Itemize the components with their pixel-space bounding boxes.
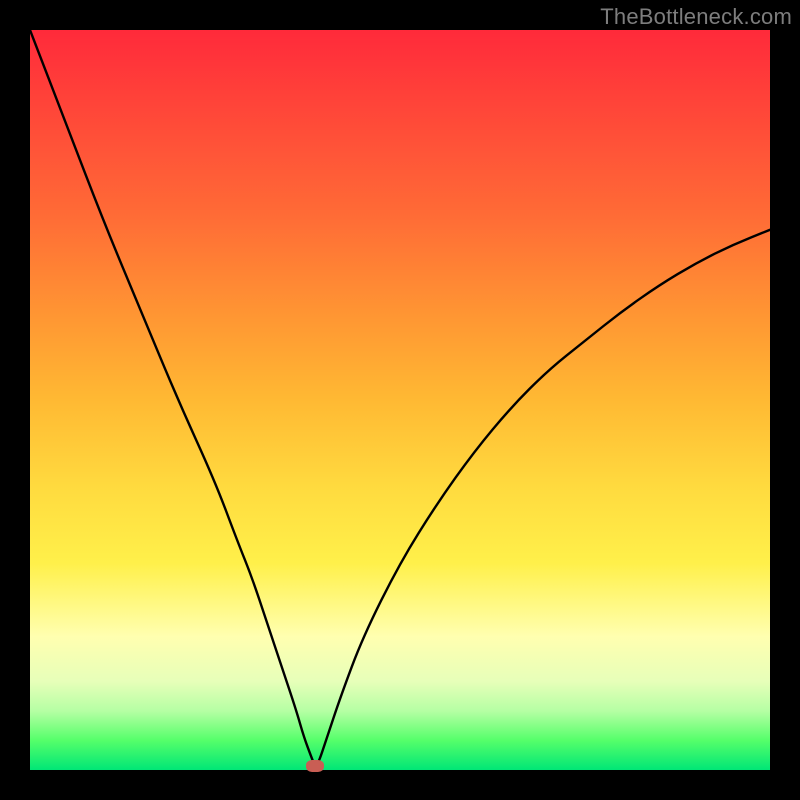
attribution-text: TheBottleneck.com (600, 4, 792, 30)
plot-area (30, 30, 770, 770)
bottleneck-curve (30, 30, 770, 770)
chart-container: TheBottleneck.com (0, 0, 800, 800)
optimum-marker (306, 760, 324, 772)
